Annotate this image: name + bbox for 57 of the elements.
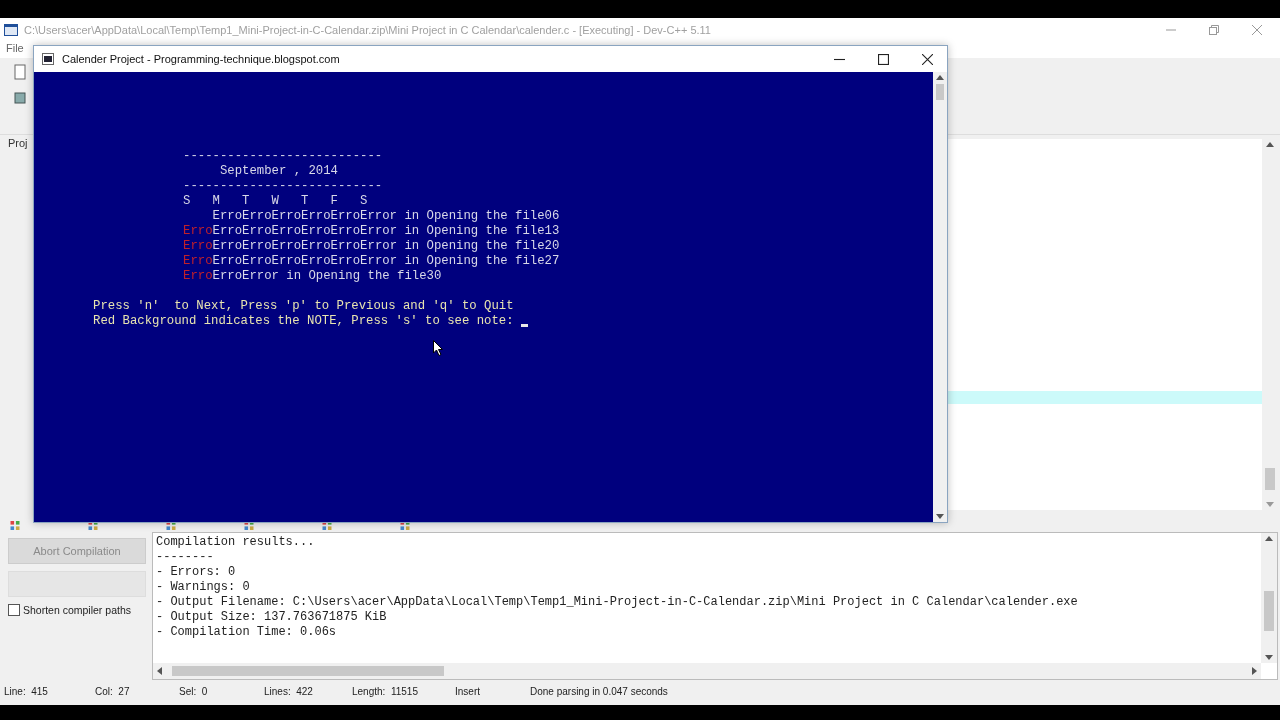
output-line: - Compilation Time: 0.06s: [156, 625, 338, 640]
scrollbar[interactable]: [1261, 533, 1277, 663]
note-marked-text: Erro: [183, 224, 213, 239]
scroll-left-icon[interactable]: [157, 667, 162, 675]
status-text: Col: 27: [95, 685, 131, 697]
maximize-icon[interactable]: [878, 53, 889, 65]
scroll-down-icon[interactable]: [936, 514, 944, 519]
scroll-down-icon[interactable]: [1265, 655, 1273, 660]
output-line: --------: [156, 550, 215, 565]
checkbox-label: Shorten compiler paths: [23, 604, 131, 616]
note-marked-text: Erro: [183, 239, 213, 254]
status-text: Sel: 0: [179, 685, 209, 697]
scroll-up-icon[interactable]: [936, 75, 944, 80]
scroll-up-icon[interactable]: [1265, 536, 1273, 541]
console-text: ErroErroErroErroErroError in Opening the file13: [212, 224, 560, 239]
status-text: Insert: [455, 685, 481, 697]
note-marked-text: Erro: [183, 254, 213, 269]
console-prompt: Red Background indicates the NOTE, Press 's' to see note:: [93, 314, 515, 329]
console-prompt: Press 'n' to Next, Press 'p' to Previous and 'q' to Quit: [93, 299, 514, 314]
scroll-thumb[interactable]: [936, 84, 944, 100]
horizontal-scrollbar[interactable]: [153, 663, 1261, 679]
scroll-thumb[interactable]: [172, 666, 444, 676]
output-line: - Output Size: 137.763671875 KiB: [156, 610, 388, 625]
scroll-up-icon[interactable]: [1266, 142, 1274, 147]
menu-item[interactable]: File: [6, 42, 24, 58]
status-text: Line: 415: [4, 685, 49, 697]
output-line: - Output Filename: C:\Users\acer\AppData\Local\Temp\Temp1_Mini-Project-in-C-Calendar.zip\Mini Project in C Calendar\calender.exe: [156, 595, 1079, 610]
window-title: C:\Users\acer\AppData\Local\Temp\Temp1_Mini-Project-in-C-Calendar.zip\Mini Project in C Calendar\calender.c - [Executing] - Dev-C++ 5.11: [24, 24, 711, 36]
scroll-thumb[interactable]: [1265, 468, 1275, 490]
console-text: ErroError in Opening the file30: [212, 269, 442, 284]
status-text: Lines: 422: [264, 685, 314, 697]
console-text: ---------------------------: [183, 179, 383, 194]
status-text: Length: 11515: [352, 685, 419, 697]
window-title: Calender Project - Programming-technique.blogspot.com: [62, 53, 340, 65]
scroll-right-icon[interactable]: [1252, 667, 1257, 675]
scroll-thumb[interactable]: [1264, 591, 1274, 631]
class-icon[interactable]: [14, 90, 26, 106]
status-text: Done parsing in 0.047 seconds: [530, 685, 668, 697]
output-line: Compilation results...: [156, 535, 316, 550]
console-text: ErroErroErroErroErroError in Opening the file27: [212, 254, 560, 269]
console-text: ---------------------------: [183, 149, 383, 164]
output-line: - Errors: 0: [156, 565, 237, 580]
console-text: ErroErroErroErroErroError in Opening the file20: [212, 239, 560, 254]
checkbox[interactable]: [8, 604, 20, 616]
mouse-pointer-icon: [433, 340, 443, 356]
console-icon: [42, 53, 54, 65]
text-cursor: [521, 324, 528, 327]
project-tab[interactable]: Proj: [8, 137, 28, 149]
restore-icon[interactable]: [1209, 25, 1219, 35]
output-line: - Warnings: 0: [156, 580, 251, 595]
scrollbar[interactable]: [933, 72, 947, 522]
close-icon[interactable]: [922, 53, 933, 65]
app-icon: [4, 24, 18, 36]
console-text: September , 2014: [218, 164, 338, 179]
console-text: ErroErroErroErroErroError in Opening the file06: [211, 209, 560, 224]
note-marked-text: Erro: [183, 269, 213, 284]
console-text: S M T W T F S: [183, 194, 368, 209]
